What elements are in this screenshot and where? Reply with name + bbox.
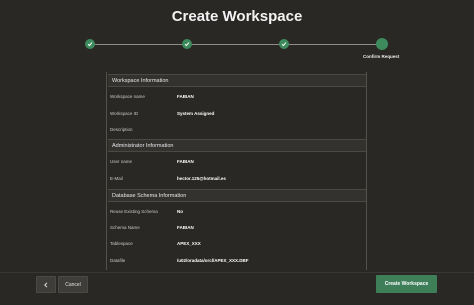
field-value: /u02/oradata/orcl/APEX_XXX.DBF bbox=[177, 258, 249, 263]
section-header-schema: Database Schema Information bbox=[108, 189, 366, 202]
step-2-complete bbox=[182, 39, 192, 49]
step-1-complete bbox=[85, 39, 95, 49]
field-value: APEX_XXX bbox=[177, 241, 201, 246]
row-reuse-schema: Reuse Existing Schema No bbox=[110, 207, 366, 217]
review-panel: Workspace Information Workspace name FAB… bbox=[106, 72, 367, 270]
field-label: Reuse Existing Schema bbox=[110, 209, 158, 214]
step-3-complete bbox=[279, 39, 289, 49]
row-datafile: Datafile /u02/oradata/orcl/APEX_XXX.DBF bbox=[110, 256, 366, 266]
field-label: User name bbox=[110, 159, 133, 164]
section-header-admin: Administrator Information bbox=[108, 139, 366, 152]
field-value: FABIAN bbox=[177, 159, 194, 164]
row-tablespace: Tablespace APEX_XXX bbox=[110, 239, 366, 249]
field-label: Workspace name bbox=[110, 94, 145, 99]
field-value: FABIAN bbox=[177, 94, 194, 99]
footer-divider bbox=[0, 272, 474, 273]
step-4-label: Confirm Request bbox=[363, 54, 400, 59]
field-label: Datafile bbox=[110, 258, 126, 263]
field-value: hector.125@hotmail.es bbox=[177, 176, 226, 181]
row-email: E-Mail hector.125@hotmail.es bbox=[110, 174, 366, 184]
progress-line bbox=[90, 44, 382, 45]
create-workspace-button[interactable]: Create Workspace bbox=[376, 275, 437, 293]
field-label: Workspace ID bbox=[110, 111, 139, 116]
row-workspace-name: Workspace name FABIAN bbox=[110, 92, 366, 102]
checkmark-icon bbox=[184, 42, 190, 47]
chevron-left-icon bbox=[44, 282, 48, 288]
row-user-name: User name FABIAN bbox=[110, 157, 366, 167]
row-description: Description bbox=[110, 125, 366, 135]
checkmark-icon bbox=[281, 42, 287, 47]
field-value: FABIAN bbox=[177, 225, 194, 230]
field-label: E-Mail bbox=[110, 176, 123, 181]
field-value: System Assigned bbox=[177, 111, 215, 116]
wizard-progress: Confirm Request bbox=[0, 38, 474, 64]
cancel-button[interactable]: Cancel bbox=[58, 276, 88, 293]
field-label: Tablespace bbox=[110, 241, 133, 246]
back-button[interactable] bbox=[36, 276, 56, 293]
row-workspace-id: Workspace ID System Assigned bbox=[110, 109, 366, 119]
field-label: Schema Name bbox=[110, 225, 140, 230]
field-value: No bbox=[177, 209, 183, 214]
checkmark-icon bbox=[87, 42, 93, 47]
field-label: Description bbox=[110, 127, 133, 132]
section-header-workspace: Workspace Information bbox=[108, 74, 366, 87]
page-title: Create Workspace bbox=[171, 8, 303, 25]
step-4-current bbox=[376, 38, 388, 50]
row-schema-name: Schema Name FABIAN bbox=[110, 223, 366, 233]
